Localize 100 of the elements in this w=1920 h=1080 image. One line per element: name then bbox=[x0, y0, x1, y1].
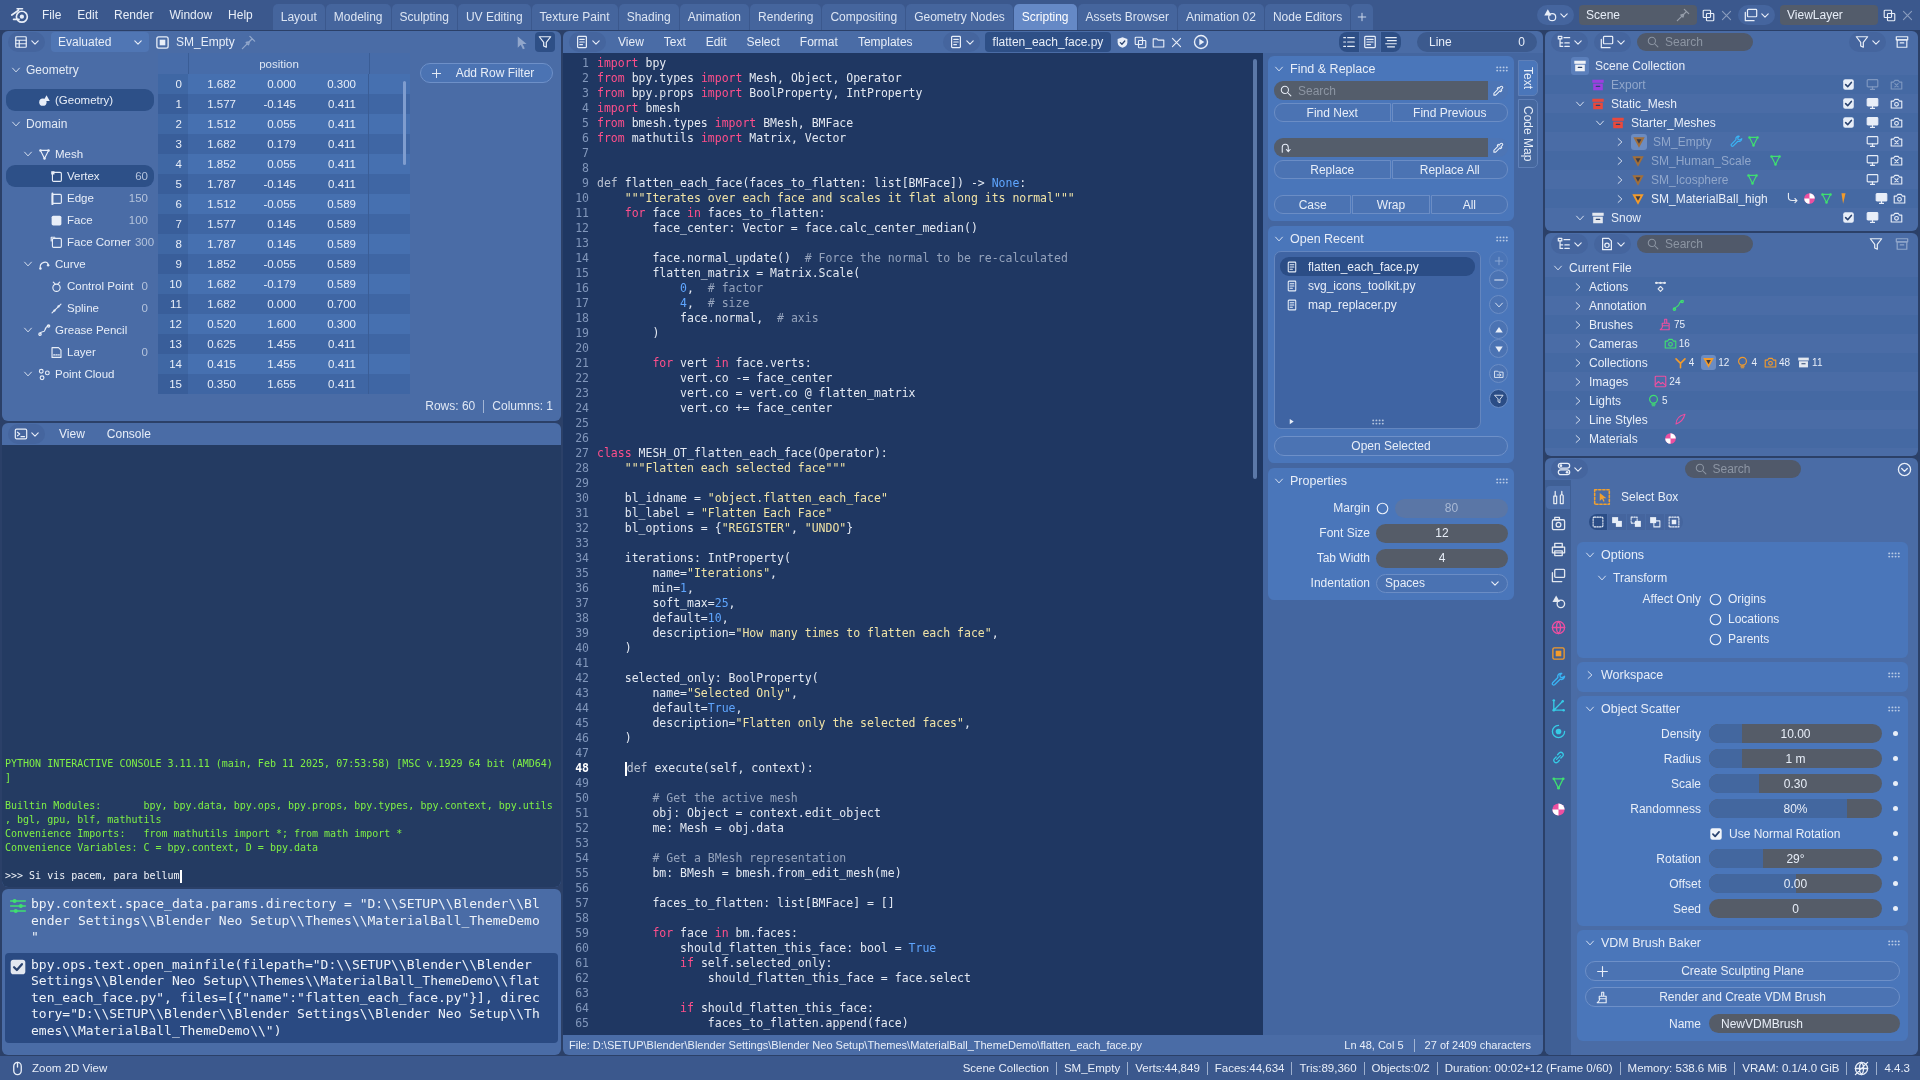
close-icon[interactable] bbox=[1720, 8, 1733, 22]
selection-mode-button[interactable] bbox=[1589, 514, 1607, 530]
word-wrap-toggle[interactable] bbox=[1360, 32, 1380, 52]
selection-mode-button[interactable] bbox=[1608, 514, 1626, 530]
duplicate-icon[interactable] bbox=[1883, 8, 1896, 22]
camera-icon[interactable] bbox=[1889, 211, 1903, 224]
dot-icon[interactable] bbox=[1893, 756, 1898, 761]
option-toggle[interactable]: Locations bbox=[1709, 609, 1780, 629]
menu-item[interactable]: Format bbox=[791, 32, 846, 52]
duplicate-icon[interactable] bbox=[1702, 8, 1715, 22]
view-layer-field[interactable]: ViewLayer bbox=[1780, 5, 1878, 25]
menu-item[interactable]: Edit bbox=[697, 32, 735, 52]
domain-item[interactable]: Spline 0 bbox=[6, 297, 154, 319]
outliner-row[interactable]: Annotation bbox=[1545, 296, 1918, 315]
scrollbar[interactable] bbox=[1253, 59, 1257, 479]
workspace-tab[interactable]: Node Editors bbox=[1264, 4, 1351, 30]
panel-header[interactable]: VDM Brush Baker bbox=[1585, 930, 1900, 955]
monitor-icon[interactable] bbox=[1865, 154, 1879, 167]
file-list-item[interactable]: svg_icons_toolkit.py bbox=[1280, 276, 1475, 295]
view-layer-selector-button[interactable] bbox=[1738, 5, 1775, 25]
domain-item[interactable]: Curve bbox=[6, 253, 154, 275]
find-button[interactable]: Find Previous bbox=[1391, 103, 1508, 122]
syntax-highlight-toggle[interactable] bbox=[1381, 32, 1401, 52]
checkbox-icon[interactable] bbox=[1841, 78, 1855, 91]
domain-item[interactable]: Mesh bbox=[6, 143, 154, 165]
workspace-tab[interactable]: Shading bbox=[618, 4, 679, 30]
search-field[interactable]: Search bbox=[1637, 235, 1753, 253]
close-icon[interactable] bbox=[1901, 8, 1914, 22]
file-list-item[interactable]: map_replacer.py bbox=[1280, 295, 1475, 314]
outliner-row[interactable]: Lights 5 bbox=[1545, 391, 1918, 410]
section-header[interactable]: Geometry bbox=[6, 57, 154, 83]
panel-header[interactable]: Workspace bbox=[1585, 662, 1900, 687]
scrollbar[interactable] bbox=[403, 81, 406, 165]
monitor-icon[interactable] bbox=[1865, 173, 1879, 186]
dot-icon[interactable] bbox=[1893, 881, 1898, 886]
slider[interactable]: 29° bbox=[1709, 849, 1882, 868]
slider[interactable]: 80% bbox=[1709, 799, 1882, 818]
domain-item[interactable]: Face 100 bbox=[6, 209, 154, 231]
menu-item[interactable]: Select bbox=[738, 32, 788, 52]
panel-header[interactable]: Find & Replace bbox=[1274, 56, 1508, 81]
blend-file-mode-button[interactable] bbox=[1594, 234, 1631, 254]
dot-icon[interactable] bbox=[1893, 906, 1898, 911]
section-header[interactable]: Domain bbox=[6, 111, 154, 137]
filter-button[interactable] bbox=[1849, 32, 1886, 52]
outliner-row[interactable]: Materials bbox=[1545, 429, 1918, 448]
menu-item[interactable]: Render bbox=[106, 5, 162, 25]
workspace-tab[interactable]: Geometry Nodes bbox=[906, 4, 1013, 30]
workspace-tab[interactable]: Texture Paint bbox=[531, 4, 618, 30]
replace-button[interactable]: Replace bbox=[1274, 160, 1391, 179]
selection-mode-button[interactable] bbox=[1627, 514, 1645, 530]
domain-item[interactable]: (Geometry) bbox=[6, 89, 154, 111]
outliner-row[interactable]: Starter_Meshes bbox=[1545, 113, 1918, 132]
browse-text-button[interactable] bbox=[942, 32, 980, 52]
filter-button[interactable] bbox=[535, 32, 555, 52]
checkbox-icon[interactable] bbox=[1841, 97, 1855, 110]
evaluation-dropdown[interactable]: Evaluated bbox=[51, 32, 149, 52]
filter-button[interactable] bbox=[1489, 389, 1508, 408]
file-list-item[interactable]: flatten_each_face.py bbox=[1280, 257, 1475, 276]
triangle-right-icon[interactable] bbox=[1288, 418, 1295, 425]
workspace-tab[interactable]: Animation bbox=[679, 4, 750, 30]
slider[interactable]: 1 m bbox=[1709, 749, 1882, 768]
menu-item[interactable]: Help bbox=[220, 5, 261, 25]
close-icon[interactable] bbox=[1170, 35, 1184, 49]
dot-icon[interactable] bbox=[1893, 856, 1898, 861]
view-layer-mode-button[interactable] bbox=[1594, 32, 1631, 52]
option-toggle[interactable]: Case bbox=[1274, 195, 1352, 214]
slider[interactable]: 10.00 bbox=[1709, 724, 1882, 743]
outliner-row[interactable]: Line Styles bbox=[1545, 410, 1918, 429]
dot-icon[interactable] bbox=[1893, 831, 1898, 836]
duplicate-icon[interactable] bbox=[1134, 35, 1148, 49]
domain-item[interactable]: Face Corner 300 bbox=[6, 231, 154, 253]
selection-mode-button[interactable] bbox=[1665, 514, 1683, 530]
checkbox-icon[interactable] bbox=[1841, 116, 1855, 129]
outliner-row[interactable]: Collections 4 12 4 48 11 bbox=[1545, 353, 1918, 372]
go-to-line-field[interactable]: Line 0 bbox=[1417, 32, 1537, 52]
line-numbers-toggle[interactable] bbox=[1339, 32, 1359, 52]
sidebar-tab[interactable]: Text bbox=[1518, 60, 1538, 96]
text-name-field[interactable]: flatten_each_face.py bbox=[984, 32, 1112, 52]
domain-item[interactable]: Vertex 60 bbox=[6, 165, 154, 187]
sidebar-tab[interactable]: Code Map bbox=[1518, 99, 1538, 169]
dropdown[interactable]: Spaces bbox=[1376, 573, 1508, 593]
outliner-row[interactable]: Cameras 16 bbox=[1545, 334, 1918, 353]
folder-icon[interactable] bbox=[1152, 35, 1166, 49]
menu-item[interactable]: Console bbox=[98, 424, 159, 444]
camera-icon[interactable] bbox=[1892, 192, 1906, 205]
panel-header[interactable]: Options bbox=[1585, 542, 1900, 567]
workspace-tab[interactable]: Sculpting bbox=[391, 4, 457, 30]
option-toggle[interactable]: Wrap bbox=[1352, 195, 1430, 214]
editor-type-button[interactable] bbox=[1551, 459, 1588, 479]
domain-item[interactable]: Control Point 0 bbox=[6, 275, 154, 297]
log-entry[interactable]: bpy.context.space_data.params.directory = "D:\\SETUP\\Blender\\Blender Settings\\Blender Neo Setup\\Themes\\MaterialBall_ThemeDemo" bbox=[5, 892, 558, 950]
editor-type-button[interactable] bbox=[8, 32, 45, 52]
checkbox-icon[interactable] bbox=[1841, 211, 1855, 224]
monitor-icon[interactable] bbox=[1875, 192, 1889, 205]
subpanel-header[interactable]: Transform bbox=[1585, 567, 1900, 589]
workspace-tab[interactable]: Compositing bbox=[822, 4, 906, 30]
move-up-button[interactable] bbox=[1489, 320, 1508, 339]
menu-item[interactable]: Window bbox=[161, 5, 221, 25]
workspace-tab[interactable]: UV Editing bbox=[457, 4, 531, 30]
outliner-row[interactable]: Scene Collection bbox=[1545, 56, 1918, 75]
